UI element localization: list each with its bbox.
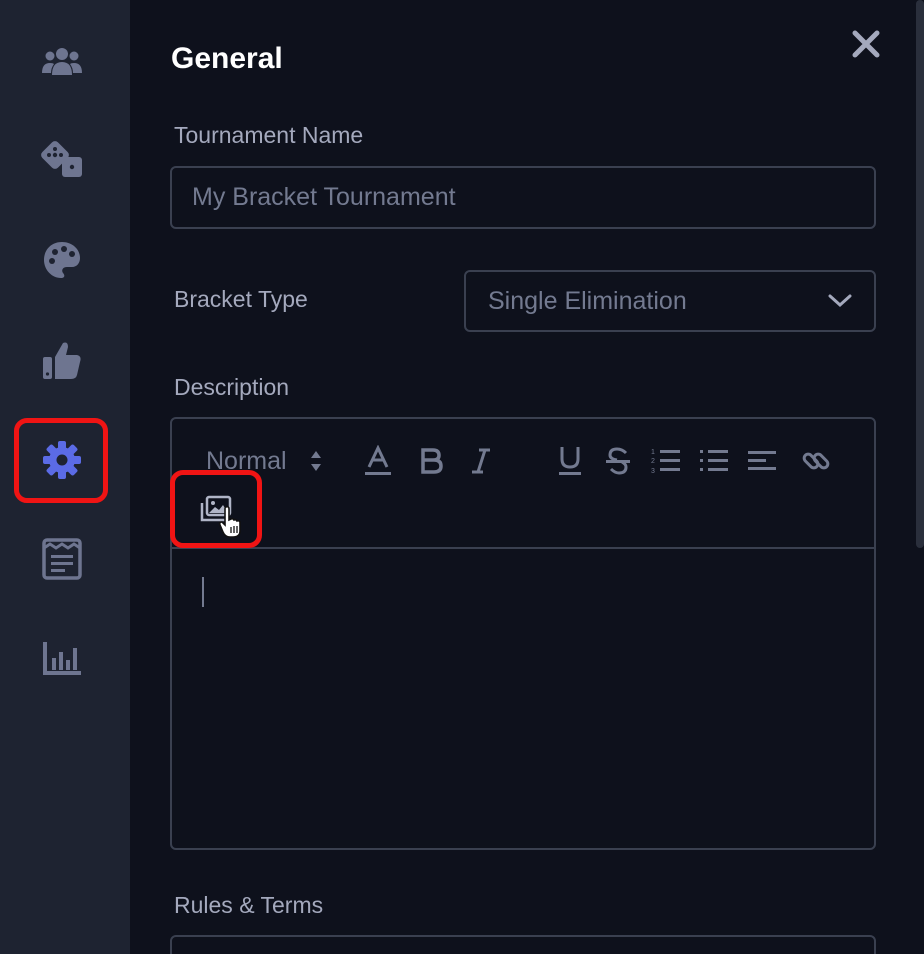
bracket-type-value: Single Elimination: [488, 286, 687, 315]
settings-panel: General Tournament Name Bracket Type Sin…: [130, 0, 924, 954]
sidebar-item-appearance[interactable]: [24, 228, 100, 292]
strikethrough-icon: [606, 447, 630, 475]
svg-text:2: 2: [651, 458, 655, 465]
bullet-list-icon: [700, 450, 728, 471]
users-icon: [42, 48, 82, 75]
sidebar-item-stats[interactable]: [24, 626, 100, 690]
italic-button[interactable]: [464, 443, 498, 479]
sidebar-item-news[interactable]: [24, 527, 100, 591]
bracket-type-select[interactable]: Single Elimination: [464, 270, 876, 332]
ordered-list-button[interactable]: 1 2 3: [648, 443, 684, 479]
page-title: General: [171, 42, 283, 75]
image-icon: [200, 495, 232, 522]
scrollbar[interactable]: [916, 0, 924, 548]
tournament-name-input[interactable]: [172, 168, 874, 227]
editor-toolbar: Normal 1 2 3: [172, 419, 874, 549]
sidebar-item-voting[interactable]: [24, 328, 100, 392]
align-left-button[interactable]: [744, 443, 780, 479]
chevron-down-icon: [828, 294, 852, 308]
close-button[interactable]: [850, 28, 882, 60]
italic-icon: [472, 448, 490, 474]
bold-icon: [421, 448, 443, 474]
description-label: Description: [174, 374, 290, 400]
link-icon: [802, 452, 830, 470]
rules-label: Rules & Terms: [174, 892, 324, 918]
bullet-list-button[interactable]: [696, 443, 732, 479]
svg-text:1: 1: [651, 449, 655, 456]
bar-chart-icon: [43, 642, 81, 675]
palette-icon: [44, 242, 80, 278]
dice-icon: [41, 141, 82, 177]
text-color-icon: [365, 445, 391, 475]
bold-button[interactable]: [414, 443, 448, 479]
rules-editor[interactable]: [170, 935, 876, 954]
text-caret: [202, 577, 204, 607]
format-select[interactable]: Normal: [206, 443, 346, 479]
svg-text:3: 3: [651, 468, 655, 475]
description-editor: Normal 1 2 3: [170, 417, 876, 850]
close-icon: [852, 30, 880, 58]
bracket-type-label: Bracket Type: [174, 286, 308, 312]
sidebar: [0, 0, 130, 954]
gear-icon: [43, 441, 81, 479]
align-left-icon: [748, 451, 776, 470]
sidebar-item-participants[interactable]: [24, 29, 100, 93]
underline-button[interactable]: [552, 443, 588, 479]
select-arrows-icon: [310, 451, 321, 471]
tournament-name-label: Tournament Name: [174, 122, 364, 148]
tournament-name-field-wrapper: [170, 166, 876, 229]
ordered-list-icon: 1 2 3: [651, 449, 680, 475]
strikethrough-button[interactable]: [600, 443, 636, 479]
sidebar-item-games[interactable]: [24, 127, 100, 191]
underline-icon: [559, 447, 581, 475]
image-button[interactable]: [196, 489, 236, 529]
newspaper-icon: [42, 538, 82, 580]
sidebar-item-settings[interactable]: [24, 428, 100, 492]
thumbs-up-icon: [43, 342, 81, 379]
text-color-button[interactable]: [360, 443, 396, 479]
link-button[interactable]: [798, 443, 834, 479]
format-value: Normal: [206, 446, 287, 475]
